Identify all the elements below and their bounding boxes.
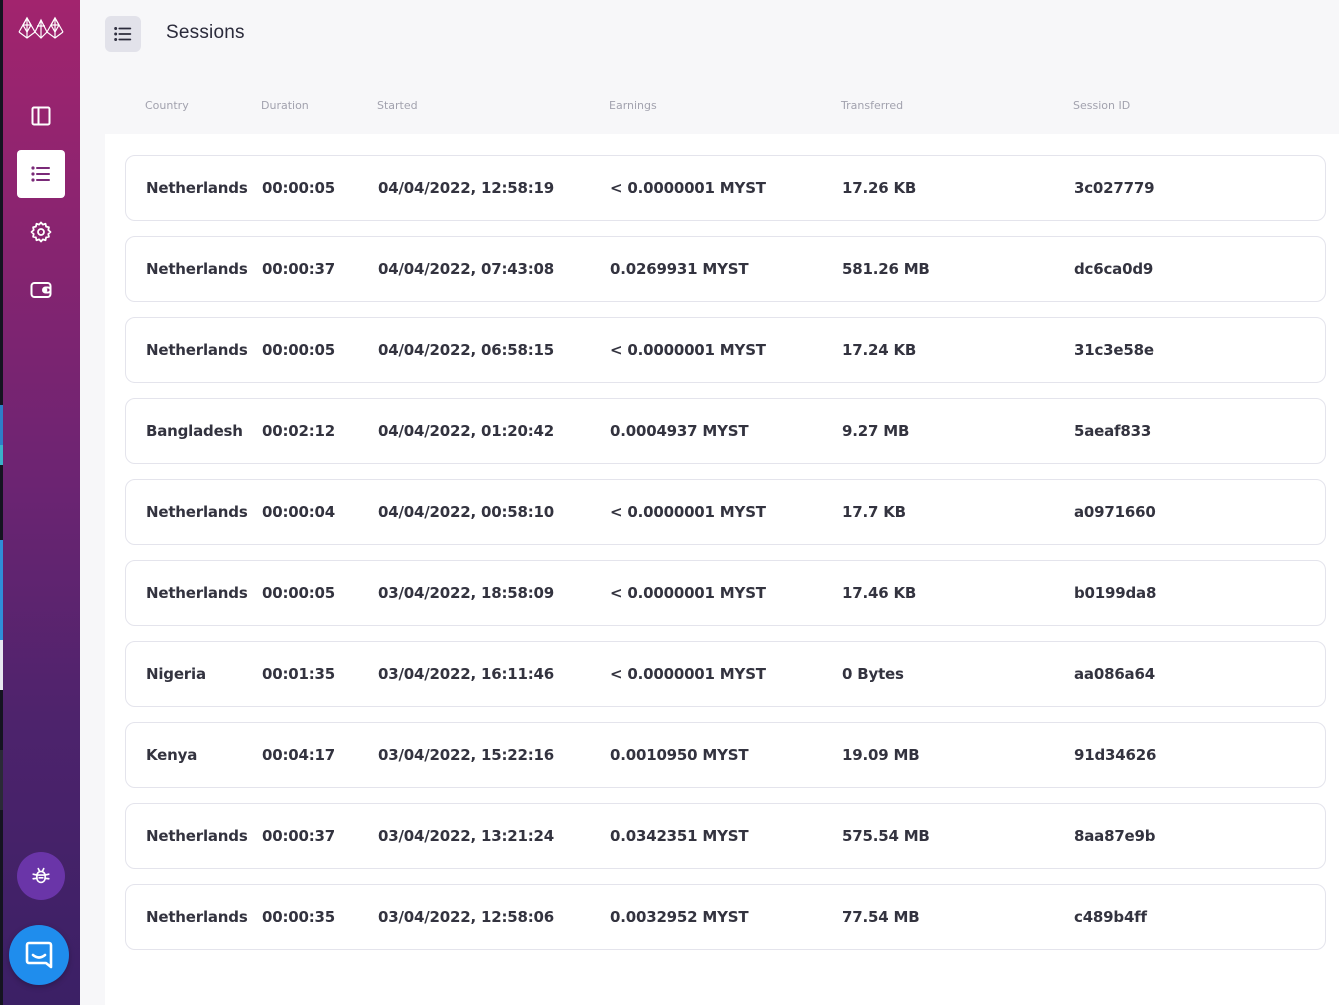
- cell-duration: 00:00:05: [262, 341, 336, 359]
- cell-started: 04/04/2022, 07:43:08: [378, 260, 554, 278]
- gear-icon: [30, 221, 52, 243]
- cell-earnings: 0.0269931 MYST: [610, 260, 749, 278]
- cell-transferred: 17.7 KB: [842, 503, 906, 521]
- cell-country: Kenya: [146, 746, 198, 764]
- cell-earnings: 0.0004937 MYST: [610, 422, 749, 440]
- session-row[interactable]: Netherlands 00:00:37 04/04/2022, 07:43:08 0…: [125, 236, 1326, 302]
- cell-country: Netherlands: [146, 908, 248, 926]
- cell-session-id: 91d34626: [1074, 746, 1157, 764]
- column-header-earnings[interactable]: Earnings: [609, 99, 657, 112]
- cell-country: Netherlands: [146, 584, 248, 602]
- cell-country: Netherlands: [146, 260, 248, 278]
- sidebar-item-dashboard[interactable]: [17, 92, 65, 140]
- cell-started: 03/04/2022, 16:11:46: [378, 665, 554, 683]
- cell-session-id: b0199da8: [1074, 584, 1157, 602]
- page-title: Sessions: [166, 22, 245, 43]
- sidebar-item-settings[interactable]: [17, 208, 65, 256]
- column-header-session-id[interactable]: Session ID: [1073, 99, 1130, 112]
- list-icon: [114, 27, 132, 41]
- sidebar-item-wallet[interactable]: [17, 266, 65, 314]
- cell-earnings: 0.0010950 MYST: [610, 746, 749, 764]
- cell-session-id: c489b4ff: [1074, 908, 1147, 926]
- cell-session-id: 3c027779: [1074, 179, 1155, 197]
- cell-duration: 00:02:12: [262, 422, 336, 440]
- cell-started: 04/04/2022, 06:58:15: [378, 341, 554, 359]
- cell-started: 04/04/2022, 12:58:19: [378, 179, 554, 197]
- column-header-country[interactable]: Country: [145, 99, 189, 112]
- column-header-duration[interactable]: Duration: [261, 99, 309, 112]
- cell-session-id: 5aeaf833: [1074, 422, 1152, 440]
- cell-transferred: 575.54 MB: [842, 827, 930, 845]
- cell-duration: 00:00:35: [262, 908, 336, 926]
- cell-earnings: 0.0032952 MYST: [610, 908, 749, 926]
- menu-toggle-button[interactable]: [105, 16, 141, 52]
- cell-duration: 00:01:35: [262, 665, 336, 683]
- cell-transferred: 9.27 MB: [842, 422, 910, 440]
- cell-started: 03/04/2022, 12:58:06: [378, 908, 554, 926]
- cell-duration: 00:00:37: [262, 827, 336, 845]
- cell-started: 03/04/2022, 15:22:16: [378, 746, 554, 764]
- cell-earnings: < 0.0000001 MYST: [610, 179, 766, 197]
- cell-duration: 00:00:05: [262, 179, 336, 197]
- cell-transferred: 581.26 MB: [842, 260, 930, 278]
- cell-started: 03/04/2022, 13:21:24: [378, 827, 554, 845]
- cell-earnings: < 0.0000001 MYST: [610, 665, 766, 683]
- cell-duration: 00:00:37: [262, 260, 336, 278]
- session-row[interactable]: Kenya 00:04:17 03/04/2022, 15:22:16 0.00109…: [125, 722, 1326, 788]
- cell-duration: 00:00:04: [262, 503, 336, 521]
- cell-earnings: < 0.0000001 MYST: [610, 503, 766, 521]
- session-row[interactable]: Netherlands 00:00:04 04/04/2022, 00:58:10 <…: [125, 479, 1326, 545]
- cell-earnings: < 0.0000001 MYST: [610, 341, 766, 359]
- cell-earnings: < 0.0000001 MYST: [610, 584, 766, 602]
- cell-transferred: 17.46 KB: [842, 584, 917, 602]
- bug-icon: [32, 867, 50, 884]
- cell-earnings: 0.0342351 MYST: [610, 827, 749, 845]
- cell-session-id: 31c3e58e: [1074, 341, 1154, 359]
- session-row[interactable]: Netherlands 00:00:05 03/04/2022, 18:58:09 <…: [125, 560, 1326, 626]
- cell-country: Bangladesh: [146, 422, 243, 440]
- report-bug-button[interactable]: [17, 852, 65, 900]
- cell-transferred: 77.54 MB: [842, 908, 920, 926]
- cell-duration: 00:00:05: [262, 584, 336, 602]
- cell-country: Netherlands: [146, 503, 248, 521]
- session-row[interactable]: Bangladesh 00:02:12 04/04/2022, 01:20:42 0.…: [125, 398, 1326, 464]
- cell-country: Netherlands: [146, 827, 248, 845]
- wallet-icon: [30, 282, 52, 298]
- session-row[interactable]: Nigeria 00:01:35 03/04/2022, 16:11:46 < 0.0…: [125, 641, 1326, 707]
- cell-transferred: 0 Bytes: [842, 665, 904, 683]
- sidebar-item-sessions[interactable]: [17, 150, 65, 198]
- cell-duration: 00:04:17: [262, 746, 336, 764]
- cell-country: Nigeria: [146, 665, 206, 683]
- support-chat-button[interactable]: [9, 925, 69, 985]
- column-header-transferred[interactable]: Transferred: [841, 99, 903, 112]
- session-row[interactable]: Netherlands 00:00:37 03/04/2022, 13:21:24 0…: [125, 803, 1326, 869]
- cell-session-id: aa086a64: [1074, 665, 1155, 683]
- cell-country: Netherlands: [146, 341, 248, 359]
- cell-session-id: dc6ca0d9: [1074, 260, 1154, 278]
- cell-session-id: 8aa87e9b: [1074, 827, 1156, 845]
- cell-started: 04/04/2022, 00:58:10: [378, 503, 554, 521]
- session-row[interactable]: Netherlands 00:00:35 03/04/2022, 12:58:06 0…: [125, 884, 1326, 950]
- session-row[interactable]: Netherlands 00:00:05 04/04/2022, 06:58:15 <…: [125, 317, 1326, 383]
- cell-transferred: 17.26 KB: [842, 179, 917, 197]
- cell-transferred: 17.24 KB: [842, 341, 917, 359]
- cell-started: 04/04/2022, 01:20:42: [378, 422, 554, 440]
- session-row[interactable]: Netherlands 00:00:05 04/04/2022, 12:58:19 <…: [125, 155, 1326, 221]
- list-icon: [31, 166, 50, 182]
- cell-transferred: 19.09 MB: [842, 746, 920, 764]
- column-header-started[interactable]: Started: [377, 99, 418, 112]
- cell-session-id: a0971660: [1074, 503, 1156, 521]
- cell-started: 03/04/2022, 18:58:09: [378, 584, 554, 602]
- sidebar: [3, 0, 80, 1005]
- sidebar-panel-icon: [31, 106, 51, 126]
- chat-icon: [25, 941, 53, 969]
- logo-icon[interactable]: [16, 10, 66, 42]
- cell-country: Netherlands: [146, 179, 248, 197]
